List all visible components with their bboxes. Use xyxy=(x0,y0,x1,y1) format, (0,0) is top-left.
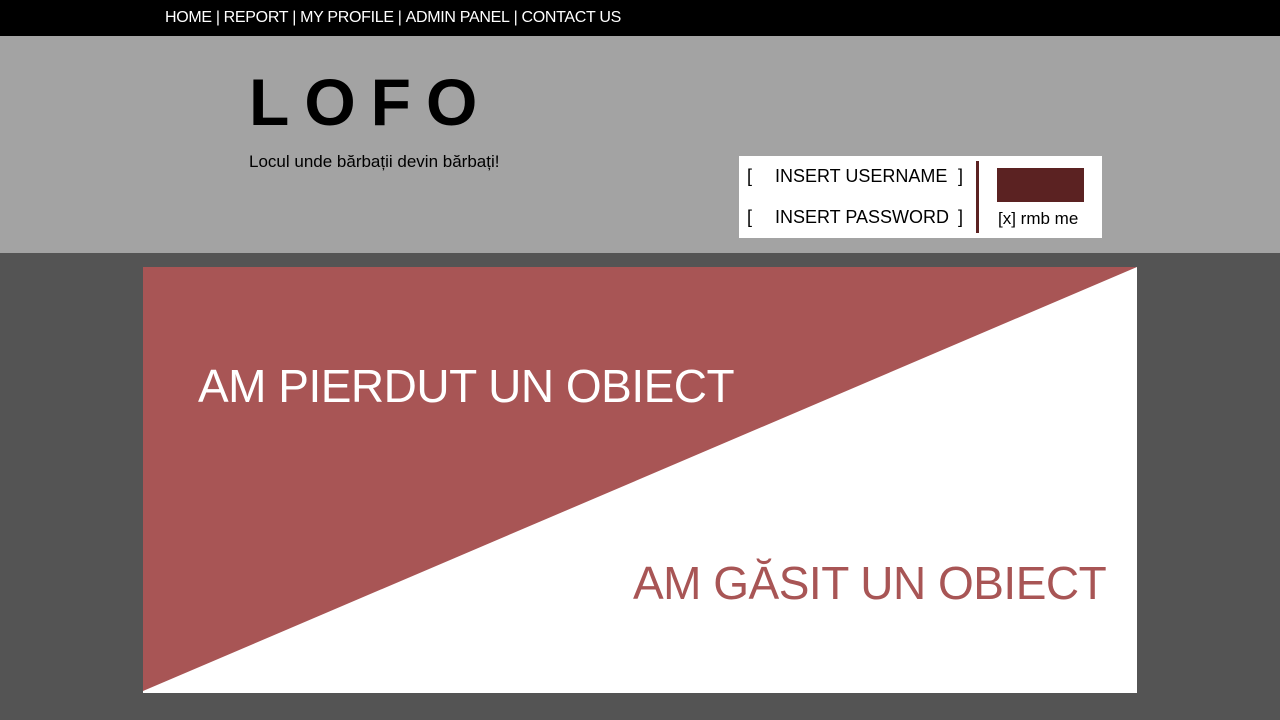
found-item-link[interactable]: AM GĂSIT UN OBIECT xyxy=(633,556,1107,610)
bracket-open: [ xyxy=(747,166,753,186)
lost-found-panel: AM PIERDUT UN OBIECT AM GĂSIT UN OBIECT xyxy=(143,267,1137,693)
nav-separator: | xyxy=(513,9,518,26)
bracket-close: ] xyxy=(958,166,964,186)
top-navigation-bar: HOME | REPORT | MY PROFILE | ADMIN PANEL… xyxy=(0,0,1280,36)
lost-section-background[interactable] xyxy=(143,267,1137,693)
username-placeholder: INSERT USERNAME xyxy=(775,166,948,186)
password-placeholder: INSERT PASSWORD xyxy=(775,207,950,227)
password-field[interactable]: [ INSERT PASSWORD ] xyxy=(747,207,969,229)
nav-link-home[interactable]: HOME xyxy=(165,9,212,27)
site-tagline: Locul unde bărbații devin bărbați! xyxy=(249,152,500,171)
nav-separator: | xyxy=(292,9,297,26)
remember-me-toggle[interactable]: [x] rmb me xyxy=(998,209,1078,229)
site-logo[interactable]: LOFO xyxy=(249,69,492,135)
login-submit-button[interactable] xyxy=(997,168,1084,202)
bracket-close: ] xyxy=(958,207,964,227)
lost-triangle[interactable] xyxy=(143,267,1137,691)
nav-link-contact-us[interactable]: CONTACT US xyxy=(521,9,621,27)
nav-separator: | xyxy=(215,9,220,26)
lost-item-link[interactable]: AM PIERDUT UN OBIECT xyxy=(198,359,735,413)
username-field[interactable]: [ INSERT USERNAME ] xyxy=(747,166,969,188)
nav-links: HOME | REPORT | MY PROFILE | ADMIN PANEL… xyxy=(165,9,621,27)
site-header: LOFO Locul unde bărbații devin bărbați! … xyxy=(0,36,1280,253)
nav-link-my-profile[interactable]: MY PROFILE xyxy=(300,9,394,27)
nav-separator: | xyxy=(397,9,402,26)
nav-link-report[interactable]: REPORT xyxy=(224,9,289,27)
login-form: [ INSERT USERNAME ] [ INSERT PASSWORD ] … xyxy=(739,156,1102,238)
bracket-open: [ xyxy=(747,207,753,227)
login-divider xyxy=(976,161,979,233)
nav-link-admin-panel[interactable]: ADMIN PANEL xyxy=(406,9,510,27)
